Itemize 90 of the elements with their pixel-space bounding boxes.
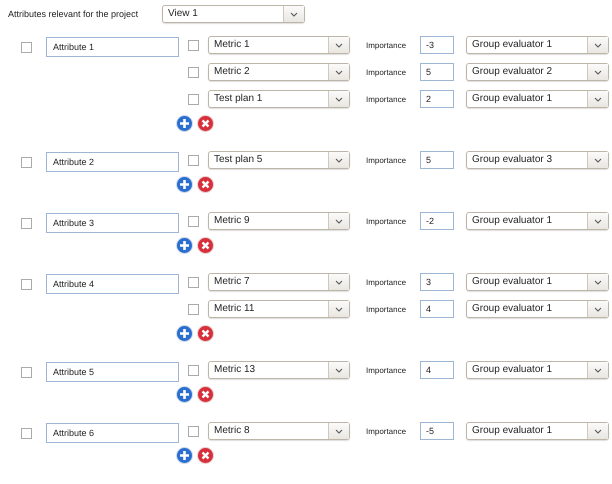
importance-label: Importance — [366, 216, 408, 226]
checkbox[interactable] — [188, 66, 199, 78]
caret-icon — [335, 306, 343, 312]
caret-icon — [335, 218, 343, 224]
importance-field[interactable]: -3 — [420, 36, 454, 54]
checkbox[interactable] — [188, 276, 199, 288]
attribute-field[interactable]: Attribute 2 — [46, 152, 179, 172]
checkbox[interactable] — [188, 94, 199, 104]
remove-icon[interactable] — [197, 386, 214, 402]
importance-label: Importance — [366, 278, 408, 286]
importance-field[interactable]: 4 — [420, 361, 454, 379]
checkbox[interactable] — [188, 364, 199, 376]
evaluator-dropdown[interactable]: Group evaluator 1 — [466, 422, 609, 440]
evaluator-dropdown[interactable]: Group evaluator 1 — [466, 273, 609, 291]
checkbox[interactable] — [21, 156, 32, 168]
metric-dropdown[interactable]: Metric 8 — [208, 422, 350, 440]
add-icon[interactable] — [176, 324, 193, 342]
remove-icon[interactable] — [197, 176, 214, 192]
importance-field[interactable]: 4 — [420, 300, 454, 318]
add-icon[interactable] — [176, 386, 193, 402]
caret-icon — [594, 70, 602, 74]
caret-icon — [335, 158, 343, 162]
caret-icon — [335, 42, 343, 48]
importance-field[interactable]: -5 — [420, 422, 454, 440]
metric-dropdown[interactable]: Metric 13 — [208, 361, 350, 379]
evaluator-dropdown[interactable]: Group evaluator 3 — [466, 151, 609, 169]
remove-icon[interactable] — [197, 236, 214, 254]
caret-icon — [594, 42, 602, 48]
importance-field[interactable]: 2 — [420, 90, 454, 108]
view-dropdown[interactable]: View 1 — [162, 5, 305, 23]
metric-dropdown[interactable]: Metric 9 — [208, 212, 350, 230]
caret-icon — [290, 12, 298, 16]
importance-label: Importance — [366, 426, 408, 436]
caret-icon — [594, 158, 602, 162]
attribute-field[interactable]: Attribute 6 — [46, 423, 179, 443]
caret-icon — [594, 96, 602, 102]
caret-icon — [335, 428, 343, 434]
importance-label: Importance — [366, 68, 408, 76]
caret-icon — [594, 368, 602, 372]
add-icon[interactable] — [176, 114, 193, 132]
add-icon[interactable] — [176, 176, 193, 192]
remove-icon[interactable] — [197, 446, 214, 464]
checkbox[interactable] — [21, 42, 32, 52]
metric-dropdown[interactable]: Test plan 5 — [208, 151, 350, 169]
evaluator-dropdown[interactable]: Group evaluator 1 — [466, 90, 609, 108]
caret-icon — [335, 280, 343, 284]
caret-icon — [335, 96, 343, 102]
metric-dropdown[interactable]: Metric 11 — [208, 300, 350, 318]
checkbox[interactable] — [21, 218, 32, 228]
importance-field[interactable]: 5 — [420, 63, 454, 81]
checkbox[interactable] — [188, 304, 199, 314]
importance-label: Importance — [366, 156, 408, 164]
checkbox[interactable] — [188, 40, 199, 50]
checkbox[interactable] — [21, 428, 32, 438]
evaluator-dropdown[interactable]: Group evaluator 2 — [466, 63, 609, 81]
importance-field[interactable]: 3 — [420, 273, 454, 291]
metric-dropdown[interactable]: Test plan 1 — [208, 90, 350, 108]
metric-dropdown[interactable]: Metric 7 — [208, 273, 350, 291]
evaluator-dropdown[interactable]: Group evaluator 1 — [466, 361, 609, 379]
importance-label: Importance — [366, 40, 408, 50]
caret-icon — [594, 218, 602, 224]
checkbox[interactable] — [21, 278, 32, 290]
metric-dropdown[interactable]: Metric 2 — [208, 63, 350, 81]
caret-icon — [335, 70, 343, 74]
checkbox[interactable] — [188, 216, 199, 226]
caret-icon — [335, 368, 343, 372]
importance-label: Importance — [366, 94, 408, 104]
remove-icon[interactable] — [197, 114, 214, 132]
caret-icon — [594, 428, 602, 434]
importance-field[interactable]: 5 — [420, 151, 454, 169]
caret-icon — [594, 306, 602, 312]
view-label: Attributes relevant for the project — [8, 9, 140, 19]
importance-label: Importance — [366, 366, 408, 374]
attribute-field[interactable]: Attribute 4 — [46, 274, 179, 294]
importance-field[interactable]: -2 — [420, 212, 454, 230]
checkbox[interactable] — [188, 154, 199, 166]
metric-dropdown[interactable]: Metric 1 — [208, 36, 350, 54]
checkbox[interactable] — [21, 366, 32, 378]
remove-icon[interactable] — [197, 324, 214, 342]
attribute-field[interactable]: Attribute 1 — [46, 37, 179, 57]
evaluator-dropdown[interactable]: Group evaluator 1 — [466, 300, 609, 318]
caret-icon — [594, 280, 602, 284]
attribute-field[interactable]: Attribute 5 — [46, 362, 179, 382]
add-icon[interactable] — [176, 236, 193, 254]
evaluator-dropdown[interactable]: Group evaluator 1 — [466, 36, 609, 54]
add-icon[interactable] — [176, 446, 193, 464]
attribute-field[interactable]: Attribute 3 — [46, 213, 179, 233]
checkbox[interactable] — [188, 426, 199, 436]
evaluator-dropdown[interactable]: Group evaluator 1 — [466, 212, 609, 230]
importance-label: Importance — [366, 304, 408, 314]
